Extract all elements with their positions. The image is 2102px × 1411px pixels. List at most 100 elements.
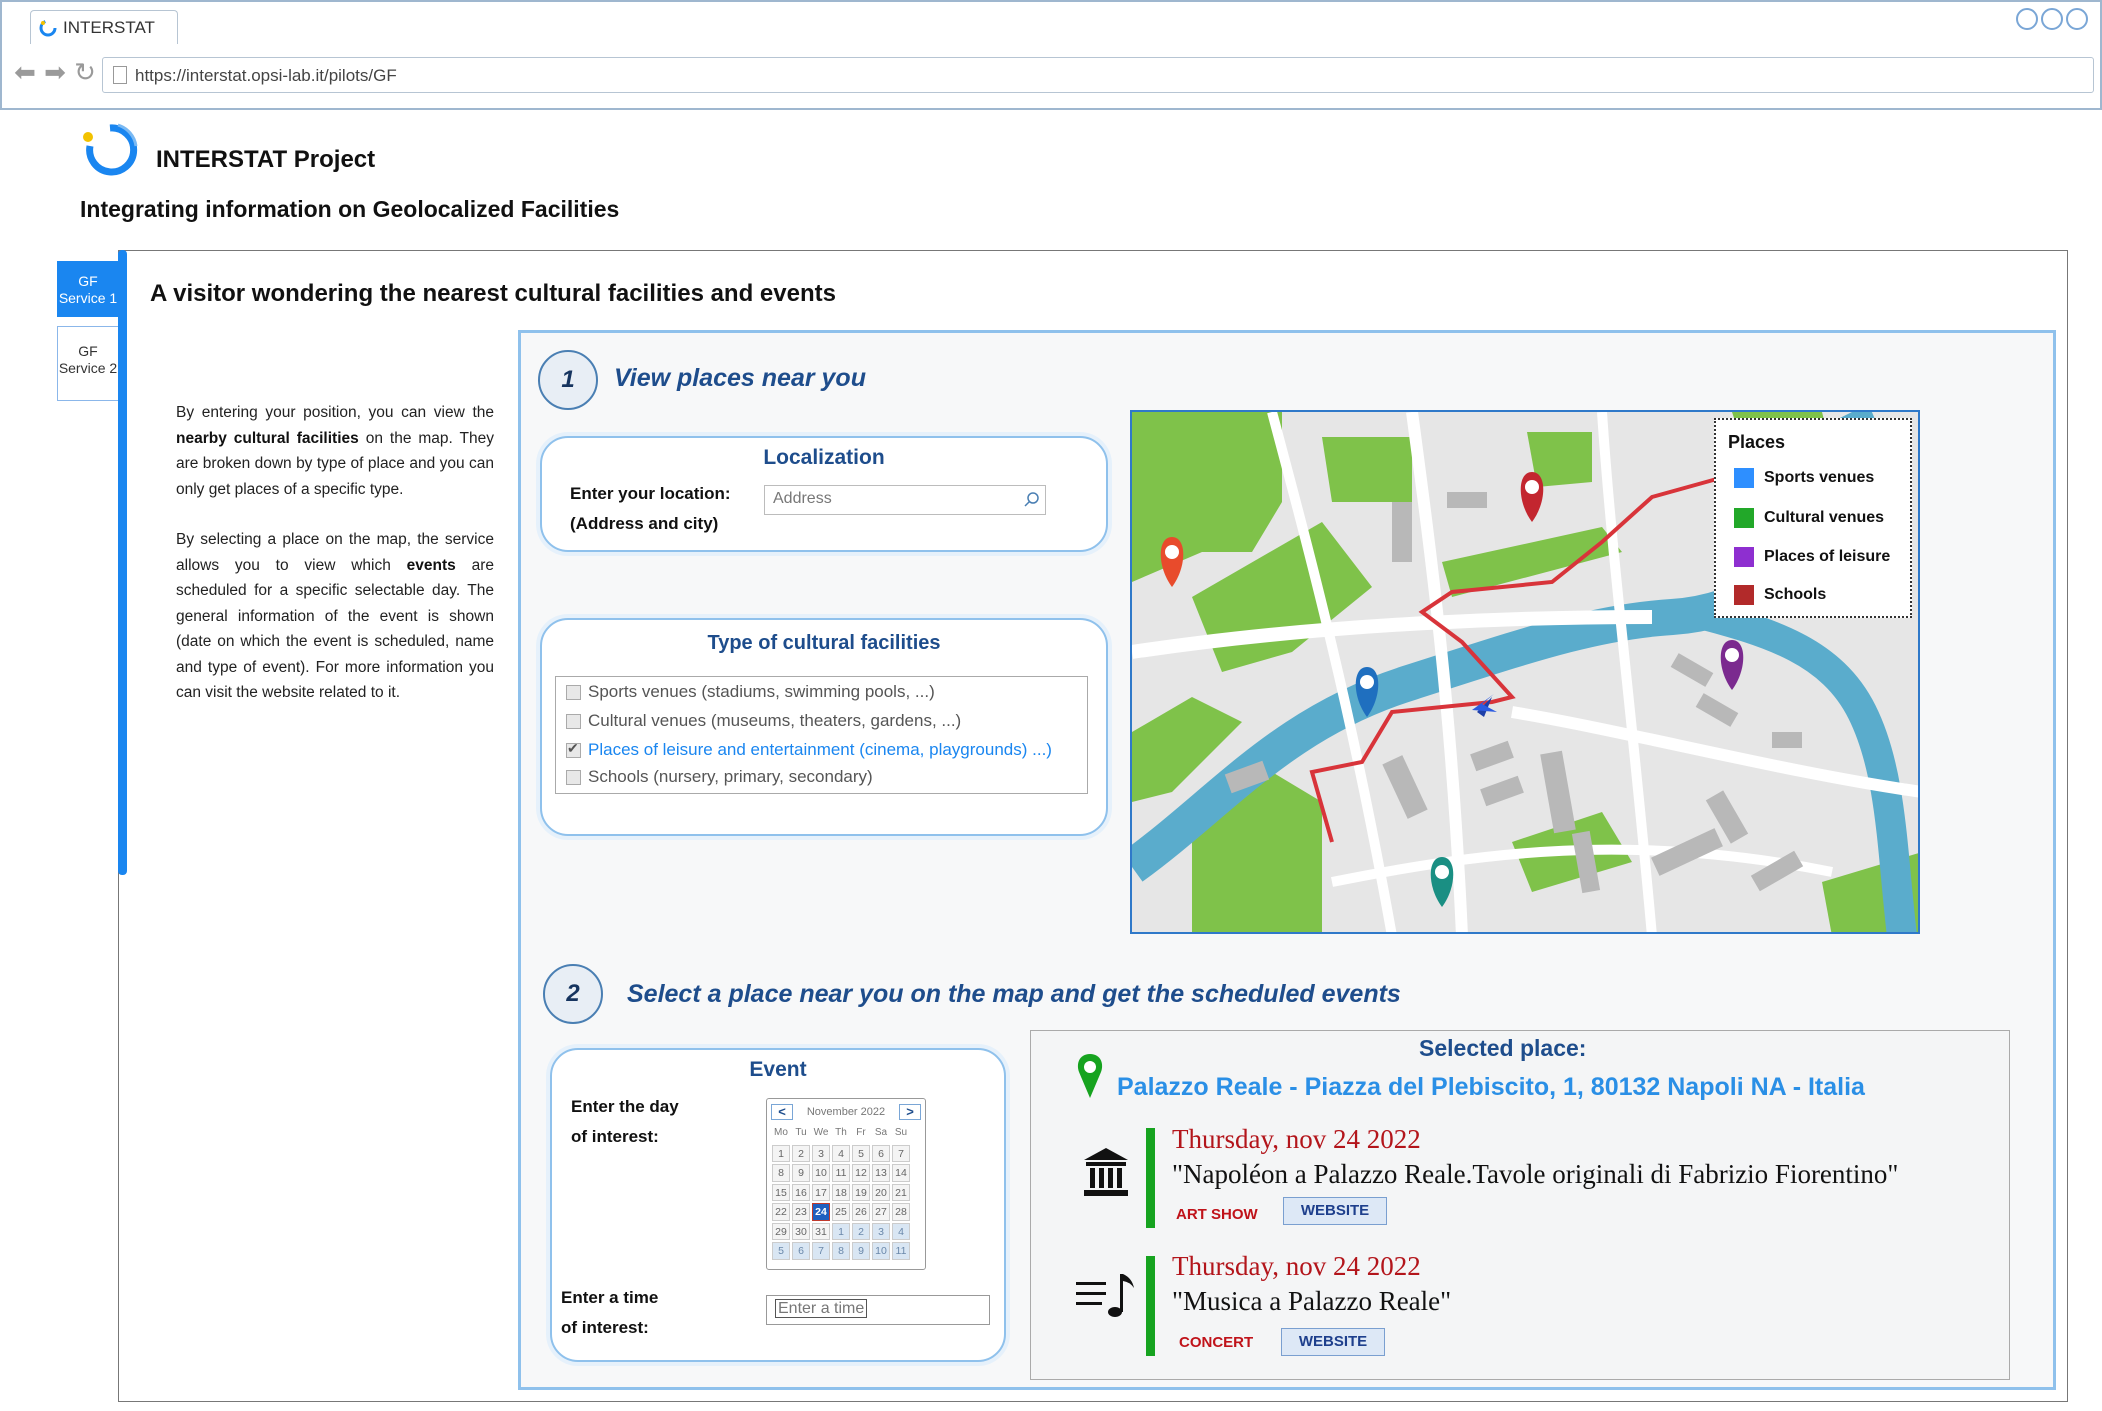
selected-place-label: Selected place:	[1419, 1035, 1587, 1061]
calendar-day[interactable]: 30	[792, 1222, 810, 1240]
page-subtitle: Integrating information on Geolocalized …	[80, 196, 620, 222]
calendar-day[interactable]: 4	[892, 1222, 910, 1240]
calendar-day[interactable]: 16	[792, 1183, 810, 1201]
calendar-day[interactable]: 25	[832, 1203, 850, 1221]
calendar-day[interactable]: 5	[772, 1242, 790, 1260]
calendar-day[interactable]: 31	[812, 1222, 830, 1240]
calendar-day[interactable]: 11	[892, 1242, 910, 1260]
checkbox[interactable]	[566, 769, 581, 785]
tab-label-line1: GF	[78, 343, 98, 359]
calendar-month: November 2022	[806, 1106, 886, 1118]
checkbox[interactable]	[566, 713, 581, 729]
calendar-day[interactable]: 18	[832, 1183, 850, 1201]
calendar-day[interactable]: 7	[812, 1242, 830, 1260]
legend-swatch	[1734, 508, 1754, 528]
calendar-day[interactable]: 5	[852, 1144, 870, 1162]
calendar-day[interactable]: 7	[892, 1144, 910, 1162]
address-input[interactable]: Address	[764, 485, 1046, 515]
calendar-day[interactable]: 29	[772, 1222, 790, 1240]
calendar-day[interactable]: 2	[792, 1144, 810, 1162]
event-1-website-button[interactable]: WEBSITE	[1283, 1197, 1387, 1225]
calendar-day[interactable]: 11	[832, 1164, 850, 1182]
minimize-button[interactable]	[2016, 8, 2038, 30]
calendar-day[interactable]: 10	[812, 1164, 830, 1182]
calendar-day[interactable]: 2	[852, 1222, 870, 1240]
event-indicator-bar	[1146, 1128, 1155, 1228]
calendar-day[interactable]: 22	[772, 1203, 790, 1221]
step-2-badge: 2	[543, 964, 603, 1024]
calendar-grid: Mo Tu We Th Fr Sa Su 1 2 3 4 5 6 7 8 9 10 11 12 13 14 15 16 17 1…	[771, 1124, 921, 1261]
calendar-day[interactable]: 13	[872, 1164, 890, 1182]
calendar-day[interactable]: 14	[892, 1164, 910, 1182]
event-2-date: Thursday, nov 24 2022	[1172, 1251, 1421, 1281]
checkbox-schools[interactable]: Schools (nursery, primary, secondary)	[566, 767, 873, 787]
calendar-weekday: Tu	[795, 1127, 807, 1138]
browser-tab[interactable]: INTERSTAT	[30, 10, 178, 44]
tab-gf-service-2[interactable]: GF Service 2	[57, 326, 119, 401]
calendar-day[interactable]: 8	[832, 1242, 850, 1260]
calendar-day[interactable]: 26	[852, 1203, 870, 1221]
calendar-day[interactable]: 10	[872, 1242, 890, 1260]
tab-gf-service-1[interactable]: GF Service 1	[57, 261, 119, 317]
calendar-day[interactable]: 1	[772, 1144, 790, 1162]
calendar-day-selected[interactable]: 24	[812, 1203, 830, 1221]
step-2-title: Select a place near you on the map and g…	[627, 980, 1401, 1008]
calendar-day[interactable]: 9	[792, 1164, 810, 1182]
legend-swatch	[1734, 547, 1754, 567]
calendar-header: < November 2022 >	[771, 1102, 921, 1122]
maximize-button[interactable]	[2041, 8, 2063, 30]
forward-arrow-icon[interactable]: ➡	[42, 59, 68, 86]
tab-label-line2: Service 2	[58, 360, 118, 376]
calendar-day[interactable]: 8	[772, 1164, 790, 1182]
checkbox[interactable]	[566, 684, 581, 700]
checkbox-checked[interactable]	[566, 740, 581, 758]
time-label: Enter a time of interest:	[561, 1288, 659, 1337]
description-paragraph-2: By selecting a place on the map, the ser…	[176, 531, 494, 701]
location-label: Enter your location: (Address and city)	[570, 484, 731, 533]
checkbox-cultural-venues[interactable]: Cultural venues (museums, theaters, gard…	[566, 711, 961, 731]
calendar-day[interactable]: 1	[832, 1222, 850, 1240]
day-label: Enter the day of interest:	[571, 1097, 679, 1146]
back-arrow-icon[interactable]: ⬅	[12, 59, 38, 86]
calendar-day[interactable]: 27	[872, 1203, 890, 1221]
calendar-day[interactable]: 19	[852, 1183, 870, 1201]
calendar-day[interactable]: 17	[812, 1183, 830, 1201]
calendar-day[interactable]: 3	[812, 1144, 830, 1162]
calendar-day[interactable]: 15	[772, 1183, 790, 1201]
facility-type-list: Sports venues (stadiums, swimming pools,…	[555, 676, 1088, 794]
tab-label-line1: GF	[78, 273, 98, 289]
time-input[interactable]: Enter a time	[766, 1295, 990, 1325]
close-button[interactable]	[2066, 8, 2088, 30]
legend-item-schools: Schools	[1734, 585, 1826, 605]
event-2-website-button[interactable]: WEBSITE	[1281, 1328, 1385, 1356]
legend-title: Places	[1728, 432, 1786, 452]
checkbox-sports-venues[interactable]: Sports venues (stadiums, swimming pools,…	[566, 682, 935, 702]
address-bar[interactable]: https://interstat.opsi-lab.it/pilots/GF	[102, 57, 2094, 93]
calendar-day[interactable]: 9	[852, 1242, 870, 1260]
nav-buttons: ⬅ ➡ ↻	[12, 59, 98, 86]
checkbox-places-of-leisure[interactable]: Places of leisure and entertainment (cin…	[566, 740, 1052, 760]
legend-item-cultural-venues: Cultural venues	[1734, 508, 1884, 528]
event-box-title: Event	[749, 1058, 807, 1081]
reload-icon[interactable]: ↻	[72, 59, 98, 86]
calendar-prev-button[interactable]: <	[771, 1104, 793, 1120]
interstat-logo-icon	[39, 19, 57, 37]
calendar-weekday: Th	[835, 1127, 847, 1138]
search-icon[interactable]	[1023, 491, 1041, 509]
calendar-day[interactable]: 23	[792, 1203, 810, 1221]
calendar-next-button[interactable]: >	[899, 1104, 921, 1120]
calendar-day[interactable]: 28	[892, 1203, 910, 1221]
date-picker[interactable]: < November 2022 > Mo Tu We Th Fr Sa Su 1 2 3 4 5 6 7 8…	[766, 1098, 926, 1270]
calendar-day[interactable]: 6	[872, 1144, 890, 1162]
event-1-title: "Napoléon a Palazzo Reale.Tavole origina…	[1172, 1159, 1899, 1189]
calendar-day[interactable]: 3	[872, 1222, 890, 1240]
calendar-day[interactable]: 6	[792, 1242, 810, 1260]
calendar-day[interactable]: 12	[852, 1164, 870, 1182]
url-text: https://interstat.opsi-lab.it/pilots/GF	[135, 66, 397, 85]
calendar-day[interactable]: 21	[892, 1183, 910, 1201]
calendar-day[interactable]: 4	[832, 1144, 850, 1162]
legend-item-places-of-leisure: Places of leisure	[1734, 547, 1890, 567]
calendar-day[interactable]: 20	[872, 1183, 890, 1201]
calendar-weekday: We	[813, 1127, 829, 1138]
legend-swatch	[1734, 468, 1754, 488]
